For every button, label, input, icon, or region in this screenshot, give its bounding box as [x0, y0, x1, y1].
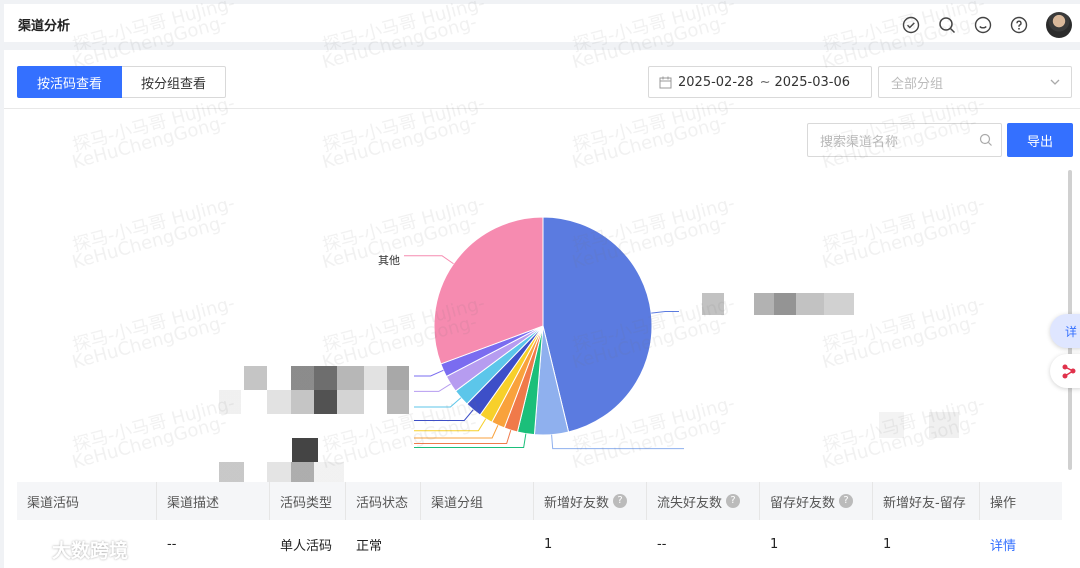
table-header: 渠道活码 渠道描述 活码类型 活码状态 渠道分组 新增好友数? 流失好友数? 留存好友数? 新增… [17, 482, 1062, 520]
page-title: 渠道分析 [18, 19, 71, 34]
table-header-cell: 新增好友数? [534, 482, 647, 520]
table-cell [421, 520, 534, 568]
redacted-label [219, 390, 409, 414]
column-label: 新增好友数 [544, 495, 610, 511]
help-icon[interactable]: ? [839, 494, 854, 508]
table-header-cell: 渠道活码 [17, 482, 157, 520]
top-bar: 渠道分析 [4, 4, 1080, 42]
pie-leader-line [414, 397, 462, 408]
column-label: 新增好友-留存 [883, 495, 966, 511]
table-header-cell: 新增好友-留存 [873, 482, 980, 520]
pie-leader-line [551, 434, 684, 450]
floating-network-button[interactable] [1050, 354, 1080, 388]
pie-leader-line [414, 425, 499, 439]
table-cell: 1 [883, 536, 892, 552]
column-label: 活码类型 [280, 495, 333, 511]
detail-link[interactable]: 详情 [980, 520, 1062, 568]
column-label: 活码状态 [356, 495, 409, 511]
brand-logo-icon [9, 542, 50, 556]
table-cell: 1 [770, 536, 779, 552]
table-cell: -- [167, 536, 177, 552]
table-cell: 单人活码 [280, 538, 333, 554]
column-label: 渠道活码 [27, 495, 80, 511]
watermark-brand-text: 大数跨境 [52, 540, 129, 562]
check-circle-icon[interactable] [900, 14, 922, 36]
pie-leader-line [404, 255, 454, 265]
main-panel: 按活码查看 按分组查看 2025-02-28 ~ 2025-03-06 全部分组… [4, 50, 1080, 568]
table-header-cell: 渠道分组 [421, 482, 534, 520]
table-cell: -- [657, 536, 667, 552]
header-actions [886, 12, 1080, 38]
column-label: 留存好友数 [770, 495, 836, 511]
redacted-label [292, 438, 318, 462]
table-cell: 正常 [356, 538, 383, 554]
help-icon[interactable]: ? [726, 494, 741, 508]
redacted-label [684, 293, 854, 315]
pie-leader-line [414, 369, 444, 377]
table-row: -- 单人活码 正常 1 -- 1 1 详情 [17, 520, 1062, 568]
user-avatar[interactable] [1046, 12, 1072, 38]
watermark-brand: 大数跨境 [8, 536, 128, 563]
table-header-cell: 活码状态 [346, 482, 421, 520]
table-cell: 1 [544, 536, 553, 552]
column-label: 渠道描述 [167, 495, 220, 511]
table-header-cell: 留存好友数? [760, 482, 873, 520]
pie-leader-line [414, 429, 512, 445]
channel-table: 渠道活码 渠道描述 活码类型 活码状态 渠道分组 新增好友数? 流失好友数? 留存好友数? 新增… [17, 482, 1062, 568]
help-icon[interactable] [1008, 14, 1030, 36]
network-icon [1062, 364, 1076, 379]
redacted-label [219, 366, 409, 390]
pie-label: 其他 [378, 254, 400, 267]
column-label: 流失好友数 [657, 495, 723, 511]
pie-leader-line [414, 409, 474, 422]
column-label: 渠道分组 [431, 495, 484, 511]
floating-detail-label: 详 [1064, 324, 1077, 339]
pie-leader-line [651, 310, 679, 314]
pie-leader-line [414, 383, 451, 392]
floating-detail-button[interactable]: 详 [1050, 314, 1080, 348]
help-icon[interactable]: ? [613, 494, 628, 508]
table-header-cell: 流失好友数? [647, 482, 760, 520]
table-header-cell: 渠道描述 [157, 482, 270, 520]
table-header-cell: 活码类型 [270, 482, 346, 520]
message-icon[interactable] [972, 14, 994, 36]
redacted-label [879, 412, 959, 438]
column-label: 操作 [990, 495, 1017, 511]
table-header-cell: 操作 [980, 482, 1062, 520]
search-icon[interactable] [936, 14, 958, 36]
